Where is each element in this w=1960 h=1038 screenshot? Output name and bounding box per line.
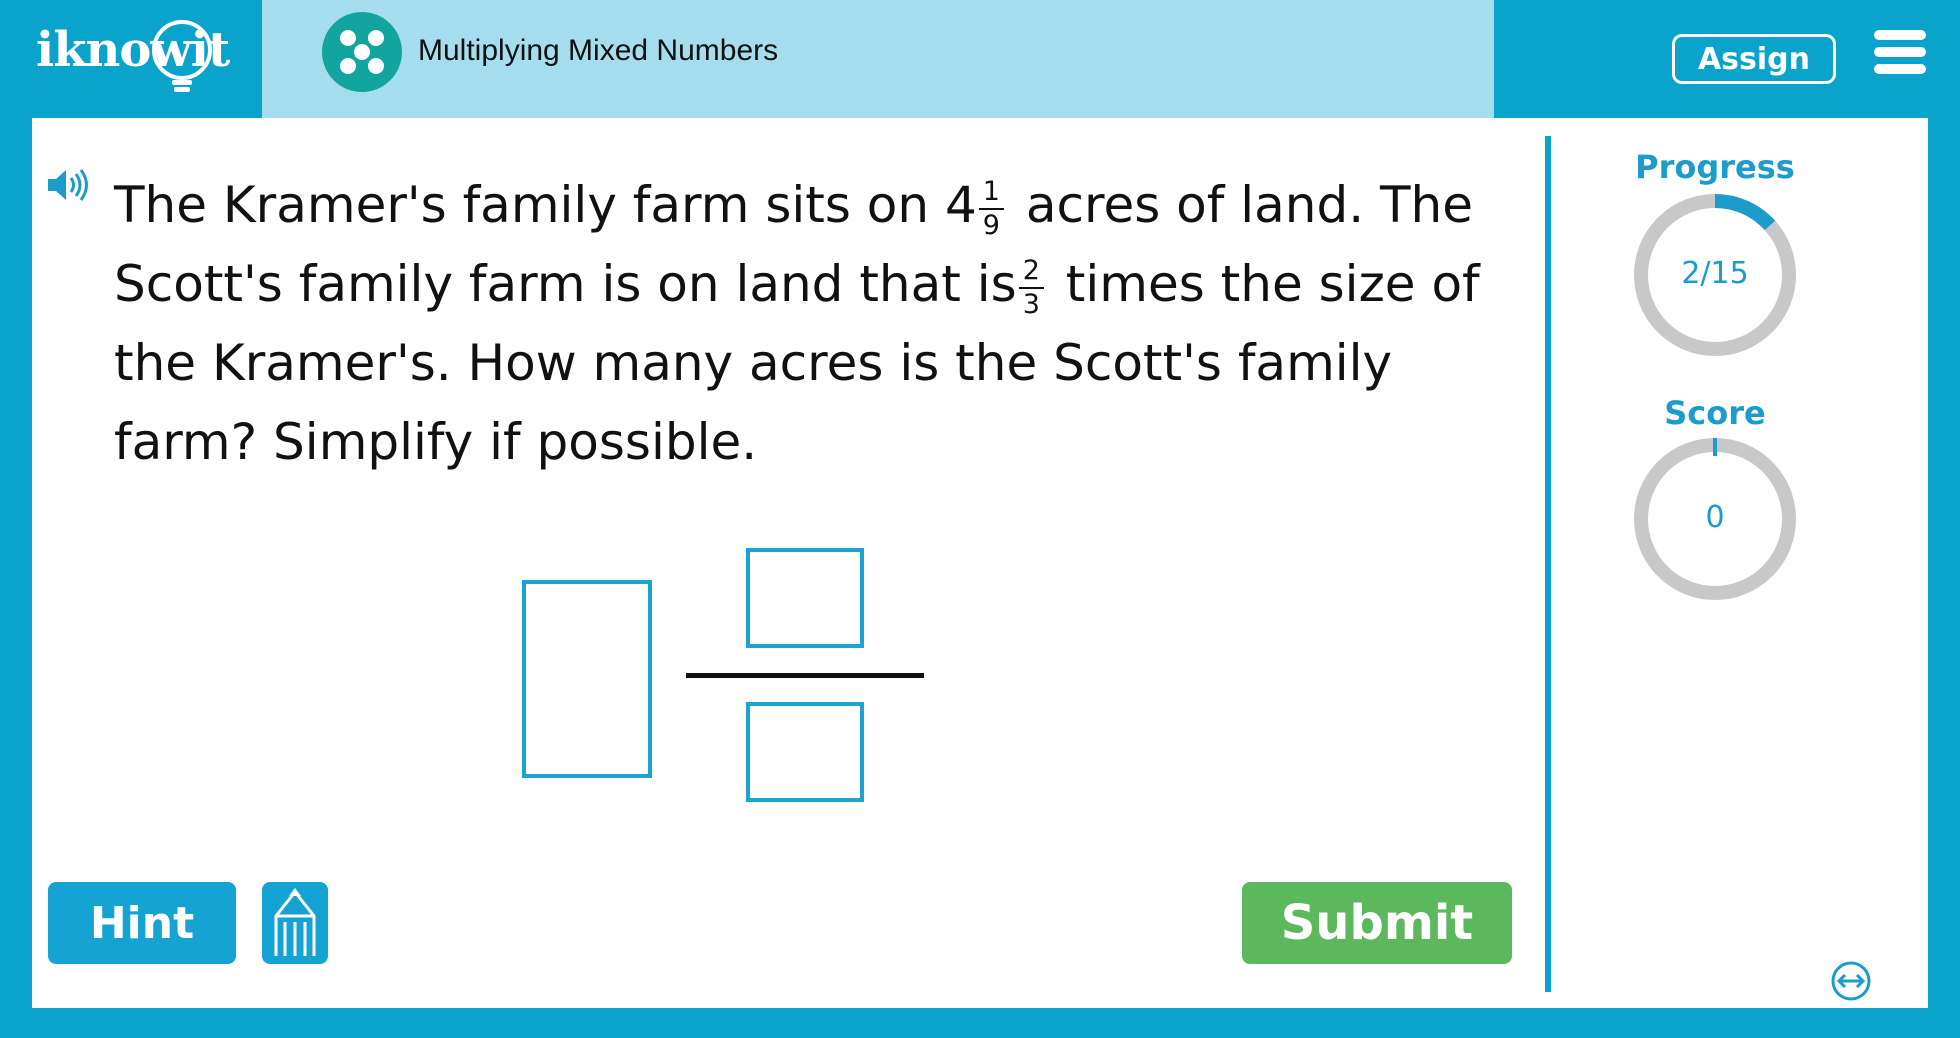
panel-divider [1545,136,1551,992]
question-part-1: The Kramer's family farm sits on 4 [114,176,977,234]
score-label: Score [1664,394,1766,432]
assign-button[interactable]: Assign [1672,34,1836,84]
dice-five-icon [322,12,402,92]
fraction-numerator: 1 [978,176,1004,210]
fraction-denominator: 3 [1022,288,1040,320]
scratchpad-button[interactable] [262,882,328,964]
fraction-bar [686,673,924,678]
lesson-title: Multiplying Mixed Numbers [418,34,779,67]
denominator-input[interactable] [746,702,864,802]
expand-arrows-icon[interactable] [1830,960,1872,1002]
fraction-numerator: 2 [1018,255,1044,289]
lightbulb-icon [152,20,212,92]
progress-label: Progress [1635,148,1795,186]
fraction-one-ninth: 19 [978,176,1004,242]
score-value: 0 [1705,500,1725,535]
numerator-input[interactable] [746,548,864,648]
progress-value: 2/15 [1681,256,1749,291]
speaker-icon[interactable] [46,168,90,202]
fraction-two-thirds: 23 [1018,255,1044,321]
pencil-icon [274,888,316,956]
question-text: The Kramer's family farm sits on 419 acr… [114,166,1524,482]
fraction-denominator: 9 [982,209,1000,241]
hint-button[interactable]: Hint [48,882,236,964]
hamburger-menu-icon[interactable] [1874,30,1926,74]
whole-number-input[interactable] [522,580,652,778]
score-marker [1713,438,1717,456]
submit-button[interactable]: Submit [1242,882,1512,964]
